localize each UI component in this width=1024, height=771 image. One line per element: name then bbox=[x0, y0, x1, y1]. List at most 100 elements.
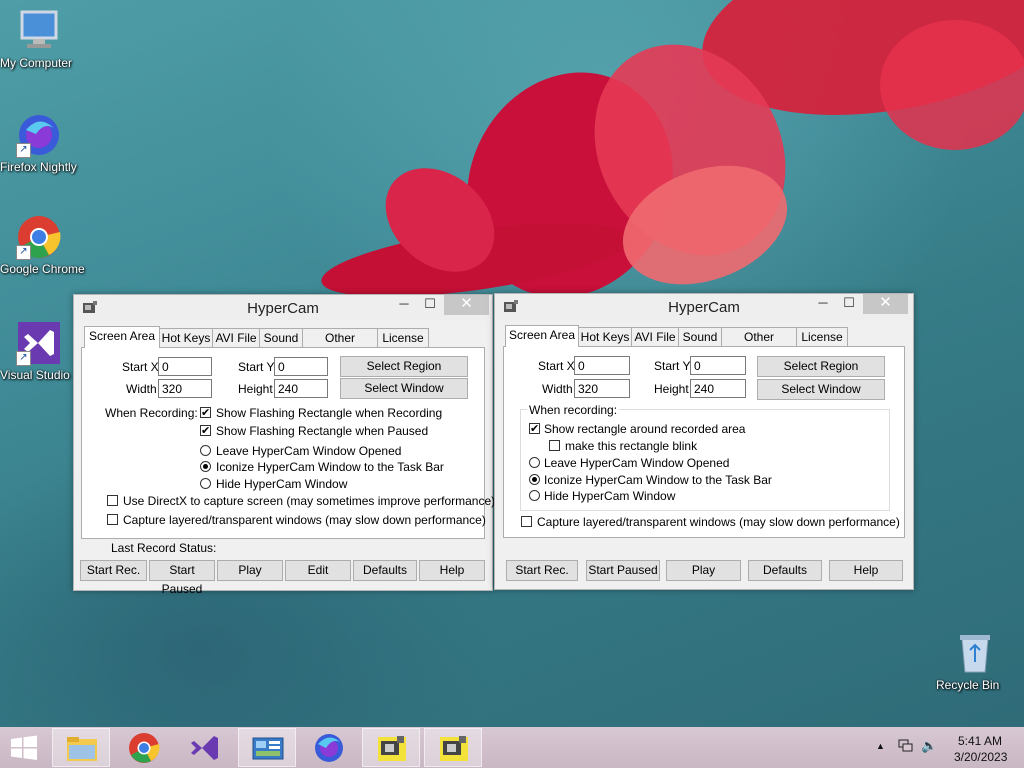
select-window-button[interactable]: Select Window bbox=[340, 378, 468, 399]
taskbar: ▲ 🔈 5:41 AM 3/20/2023 bbox=[0, 727, 1024, 768]
taskbar-firefox[interactable] bbox=[300, 728, 358, 767]
recycle-bin-icon bbox=[952, 630, 998, 676]
start-paused-button[interactable]: Start Paused bbox=[586, 560, 660, 581]
tab-license[interactable]: License bbox=[377, 328, 429, 347]
tab-avi-file[interactable]: AVI File bbox=[631, 327, 679, 346]
height-label: Height bbox=[654, 382, 689, 396]
desktop-icon-recycle-bin[interactable]: Recycle Bin bbox=[936, 630, 1014, 692]
taskbar-chrome[interactable] bbox=[115, 728, 173, 767]
when-recording-label: When Recording: bbox=[105, 406, 198, 420]
screen-area-panel: Start X 0 Start Y 0 Select Region Width … bbox=[81, 347, 495, 539]
wallpaper-flower bbox=[880, 20, 1024, 150]
taskbar-visual-studio[interactable] bbox=[176, 728, 234, 767]
help-button[interactable]: Help bbox=[419, 560, 485, 581]
folder-icon bbox=[67, 737, 97, 761]
option-label: Hide HyperCam Window bbox=[544, 489, 676, 503]
option-label: Show rectangle around recorded area bbox=[544, 422, 746, 436]
chrome-icon bbox=[129, 733, 160, 763]
start-x-input[interactable]: 0 bbox=[574, 356, 630, 375]
maximize-button[interactable]: ☐ bbox=[417, 295, 443, 315]
option-label: Leave HyperCam Window Opened bbox=[216, 444, 402, 458]
show-rectangle-checkbox[interactable]: ✔ bbox=[529, 423, 540, 435]
tab-hot-keys[interactable]: Hot Keys bbox=[578, 327, 632, 346]
help-button[interactable]: Help bbox=[829, 560, 903, 581]
start-rec-button[interactable]: Start Rec. bbox=[80, 560, 147, 581]
defaults-button[interactable]: Defaults bbox=[353, 560, 417, 581]
start-paused-button[interactable]: Start Paused bbox=[149, 560, 215, 596]
tab-hot-keys[interactable]: Hot Keys bbox=[159, 328, 213, 347]
show-flashing-recording-checkbox[interactable]: ✔ bbox=[200, 407, 211, 419]
iconize-window-radio[interactable] bbox=[529, 474, 540, 485]
start-y-input[interactable]: 0 bbox=[690, 356, 746, 375]
chrome-icon: ↗ bbox=[16, 214, 62, 260]
width-input[interactable]: 320 bbox=[158, 379, 212, 398]
use-directx-checkbox[interactable] bbox=[107, 495, 118, 506]
show-hidden-icons-button[interactable]: ▲ bbox=[876, 741, 885, 751]
network-icon[interactable] bbox=[898, 739, 914, 756]
edit-button[interactable]: Edit bbox=[285, 560, 351, 581]
tab-other-options[interactable]: Other Options bbox=[721, 327, 797, 362]
leave-window-opened-radio[interactable] bbox=[529, 457, 540, 468]
shortcut-arrow-icon: ↗ bbox=[16, 351, 31, 366]
option-label: Iconize HyperCam Window to the Task Bar bbox=[544, 473, 772, 487]
tab-other-options[interactable]: Other Options bbox=[302, 328, 378, 363]
clock-date[interactable]: 3/20/2023 bbox=[954, 750, 1007, 764]
desktop-icon-firefox-nightly[interactable]: ↗ Firefox Nightly bbox=[0, 112, 78, 174]
close-button[interactable]: ✕ bbox=[863, 294, 908, 314]
capture-layered-checkbox[interactable] bbox=[107, 514, 118, 525]
width-input[interactable]: 320 bbox=[574, 379, 630, 398]
select-region-button[interactable]: Select Region bbox=[340, 356, 468, 377]
tab-avi-file[interactable]: AVI File bbox=[212, 328, 260, 347]
start-rec-button[interactable]: Start Rec. bbox=[506, 560, 578, 581]
height-input[interactable]: 240 bbox=[690, 379, 746, 398]
control-panel-icon bbox=[252, 737, 284, 760]
hide-window-radio[interactable] bbox=[529, 490, 540, 501]
visual-studio-icon bbox=[191, 736, 218, 760]
hide-window-radio[interactable] bbox=[200, 478, 211, 489]
desktop-icon-my-computer[interactable]: My Computer bbox=[0, 8, 78, 70]
width-label: Width bbox=[542, 382, 573, 396]
title-bar[interactable]: HyperCam ─ ☐ ✕ bbox=[495, 294, 913, 320]
desktop-icon-visual-studio[interactable]: ↗ Visual Studio 2013 bbox=[0, 320, 100, 382]
taskbar-file-explorer[interactable] bbox=[52, 728, 110, 767]
capture-layered-checkbox[interactable] bbox=[521, 516, 532, 527]
rectangle-blink-checkbox[interactable] bbox=[549, 440, 560, 451]
close-button[interactable]: ✕ bbox=[444, 295, 489, 315]
minimize-button[interactable]: ─ bbox=[810, 294, 836, 314]
start-x-label: Start X bbox=[122, 360, 159, 374]
desktop-icon-google-chrome[interactable]: ↗ Google Chrome bbox=[0, 214, 85, 276]
width-label: Width bbox=[126, 382, 157, 396]
title-bar[interactable]: HyperCam ─ ☐ ✕ bbox=[74, 295, 492, 321]
start-y-input[interactable]: 0 bbox=[274, 357, 328, 376]
tab-screen-area[interactable]: Screen Area bbox=[505, 325, 579, 347]
taskbar-control-panel[interactable] bbox=[238, 728, 296, 767]
shortcut-arrow-icon: ↗ bbox=[16, 245, 31, 260]
tab-license[interactable]: License bbox=[796, 327, 848, 346]
height-input[interactable]: 240 bbox=[274, 379, 328, 398]
shortcut-arrow-icon: ↗ bbox=[16, 143, 31, 158]
maximize-button[interactable]: ☐ bbox=[836, 294, 862, 314]
tab-sound[interactable]: Sound bbox=[259, 328, 303, 347]
leave-window-opened-radio[interactable] bbox=[200, 445, 211, 456]
tab-strip: Screen Area Hot Keys AVI File Sound Othe… bbox=[84, 326, 484, 363]
iconize-window-radio[interactable] bbox=[200, 461, 211, 472]
hypercam-window-1: HyperCam ─ ☐ ✕ Screen Area Hot Keys AVI … bbox=[73, 294, 495, 596]
start-x-input[interactable]: 0 bbox=[158, 357, 212, 376]
minimize-button[interactable]: ─ bbox=[391, 295, 417, 315]
play-button[interactable]: Play bbox=[666, 560, 741, 581]
taskbar-hypercam-1[interactable] bbox=[362, 728, 420, 767]
tab-screen-area[interactable]: Screen Area bbox=[84, 326, 160, 348]
volume-icon[interactable]: 🔈 bbox=[921, 738, 937, 754]
select-region-button[interactable]: Select Region bbox=[757, 356, 885, 377]
clock-time[interactable]: 5:41 AM bbox=[958, 734, 1002, 748]
tab-sound[interactable]: Sound bbox=[678, 327, 722, 346]
hypercam-window-2: HyperCam ─ ☐ ✕ Screen Area Hot Keys AVI … bbox=[494, 293, 914, 590]
select-window-button[interactable]: Select Window bbox=[757, 379, 885, 400]
taskbar-hypercam-2[interactable] bbox=[424, 728, 482, 767]
show-flashing-paused-checkbox[interactable]: ✔ bbox=[200, 425, 211, 437]
defaults-button[interactable]: Defaults bbox=[748, 560, 822, 581]
option-label: Capture layered/transparent windows (may… bbox=[537, 515, 900, 529]
start-button[interactable] bbox=[0, 728, 48, 767]
play-button[interactable]: Play bbox=[217, 560, 283, 581]
option-label: Leave HyperCam Window Opened bbox=[544, 456, 730, 470]
